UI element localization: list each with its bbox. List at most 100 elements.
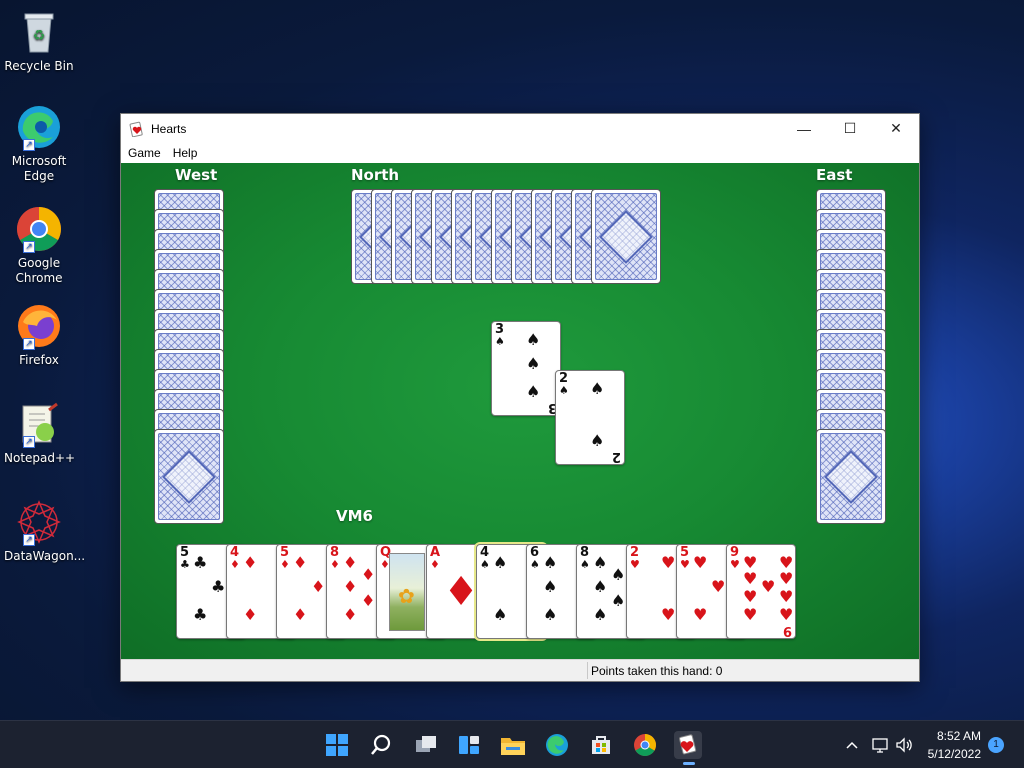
- card-pip: ♦: [243, 605, 258, 624]
- desktop-icon-label: Google Chrome: [15, 256, 63, 285]
- hearts-window: Hearts — ☐ ✕ Game Help West North East V…: [120, 113, 920, 682]
- desktop-icon-firefox[interactable]: ↗ Firefox: [4, 302, 74, 368]
- desktop-icon-label: Firefox: [19, 353, 59, 367]
- card-rank-bottom: 9: [782, 623, 792, 638]
- card-pip: ♥: [779, 587, 794, 606]
- card-pip: ♠: [611, 565, 626, 584]
- card-pip: ♦: [311, 577, 326, 596]
- card-pip: ♦: [243, 553, 258, 572]
- hand-card[interactable]: 9 ♥ ♥ ♥ ♥ ♥ ♥ ♥ ♥ ♥ ♥ 9: [726, 544, 796, 639]
- card-pip: ♥: [743, 587, 758, 606]
- desktop-icon-label: Notepad++: [4, 451, 76, 465]
- trick-card-north[interactable]: 3 ♠ ♠ ♠ ♠ 3: [491, 321, 561, 416]
- desktop-icon-notepadpp[interactable]: ↗ Notepad++: [4, 400, 76, 466]
- card-suit: ♦: [230, 558, 240, 571]
- card-pip: ♠: [493, 605, 508, 624]
- card-pip: ♣: [211, 577, 226, 596]
- card-pip: ♥: [779, 605, 794, 624]
- card-pip: ♠: [543, 553, 558, 572]
- card-suit: ♦: [330, 558, 340, 571]
- card-suit: ♦: [430, 558, 440, 571]
- card-pip: ♥: [761, 577, 776, 596]
- card-pip: ♥: [661, 553, 676, 572]
- clock-time[interactable]: 8:52 AM: [937, 729, 981, 743]
- clock-date[interactable]: 5/12/2022: [928, 747, 981, 761]
- menu-bar: Game Help: [121, 143, 919, 163]
- edge-icon: ↗: [15, 103, 63, 151]
- hearts-icon[interactable]: [674, 731, 702, 765]
- notification-badge[interactable]: 1: [988, 737, 1004, 753]
- desktop-icon-label: Recycle Bin: [4, 59, 74, 73]
- card-pip: ♠: [590, 431, 605, 450]
- card-pip: ♠: [543, 577, 558, 596]
- desktop-icon-chrome[interactable]: ↗ Google Chrome: [4, 205, 74, 286]
- card-suit: ♠: [480, 558, 490, 571]
- card-pip: ♦: [343, 577, 358, 596]
- card-pip: ♥: [779, 569, 794, 588]
- card-pip: ♠: [493, 553, 508, 572]
- card-suit: ♠: [559, 384, 569, 397]
- shortcut-arrow-icon: ↗: [23, 241, 35, 253]
- player-label-south: VM6: [336, 507, 373, 525]
- card-pip: ♦: [343, 553, 358, 572]
- file-explorer-icon[interactable]: [499, 731, 527, 759]
- chrome-icon: ↗: [15, 205, 63, 253]
- notepadpp-icon: ↗: [15, 400, 63, 448]
- volume-icon[interactable]: [890, 731, 918, 759]
- card-pip: ♠: [590, 379, 605, 398]
- card-rank-bottom: 2: [611, 449, 621, 464]
- datawagon-icon: ↗: [15, 498, 63, 546]
- shortcut-arrow-icon: ↗: [23, 534, 35, 546]
- card-pip: ♥: [711, 577, 726, 596]
- card-back: [591, 189, 661, 284]
- hearts-app-icon: [129, 121, 145, 137]
- card-pip: ♠: [526, 382, 541, 401]
- search-icon[interactable]: [367, 731, 395, 759]
- close-button[interactable]: ✕: [873, 114, 919, 143]
- card-pip: ♠: [526, 354, 541, 373]
- player-label-north: North: [351, 166, 400, 184]
- store-icon[interactable]: [587, 731, 615, 759]
- shortcut-arrow-icon: ↗: [23, 139, 35, 151]
- trick-card-east[interactable]: 2 ♠ ♠ ♠ 2: [555, 370, 625, 465]
- card-pip: ♥: [661, 605, 676, 624]
- card-suit: ♠: [495, 335, 505, 348]
- recycle-bin-icon: ♻: [15, 8, 63, 56]
- card-back: [154, 429, 224, 524]
- card-pip: ♥: [743, 569, 758, 588]
- maximize-button[interactable]: ☐: [827, 114, 873, 143]
- card-pip: ♦: [343, 605, 358, 624]
- title-bar[interactable]: Hearts — ☐ ✕: [121, 114, 919, 143]
- chrome-icon[interactable]: [631, 731, 659, 759]
- card-pip: ♥: [693, 553, 708, 572]
- minimize-button[interactable]: —: [781, 114, 827, 143]
- card-pip: ♠: [543, 605, 558, 624]
- task-view-icon[interactable]: [412, 731, 440, 759]
- desktop-icon-datawagon[interactable]: ↗ DataWagon...: [4, 498, 86, 564]
- status-separator: [587, 662, 588, 679]
- firefox-icon: ↗: [15, 302, 63, 350]
- menu-help[interactable]: Help: [167, 146, 204, 160]
- status-bar: Points taken this hand: 0: [121, 659, 919, 681]
- edge-icon[interactable]: [543, 731, 571, 759]
- menu-game[interactable]: Game: [122, 146, 167, 160]
- desktop-icon-label: Microsoft Edge: [11, 154, 67, 183]
- widgets-icon[interactable]: [455, 731, 483, 759]
- desktop-icon-edge[interactable]: ↗ Microsoft Edge: [4, 103, 74, 184]
- card-back: [816, 429, 886, 524]
- card-suit: ♥: [680, 558, 690, 571]
- card-pip: ♥: [743, 605, 758, 624]
- player-label-west: West: [175, 166, 218, 184]
- start-icon[interactable]: [323, 731, 351, 759]
- card-pip: ♦: [361, 591, 376, 610]
- queen-face-art: [389, 553, 425, 631]
- card-pip: ♣: [193, 553, 208, 572]
- show-hidden-icons-chevron-icon[interactable]: [838, 731, 866, 759]
- card-suit: ♠: [580, 558, 590, 571]
- desktop-icon-recycle-bin[interactable]: ♻ Recycle Bin: [4, 8, 74, 74]
- card-pip: ♣: [193, 605, 208, 624]
- player-label-east: East: [816, 166, 853, 184]
- card-suit: ♠: [530, 558, 540, 571]
- card-pip: ♠: [593, 553, 608, 572]
- desktop-icon-label: DataWagon...: [4, 549, 86, 563]
